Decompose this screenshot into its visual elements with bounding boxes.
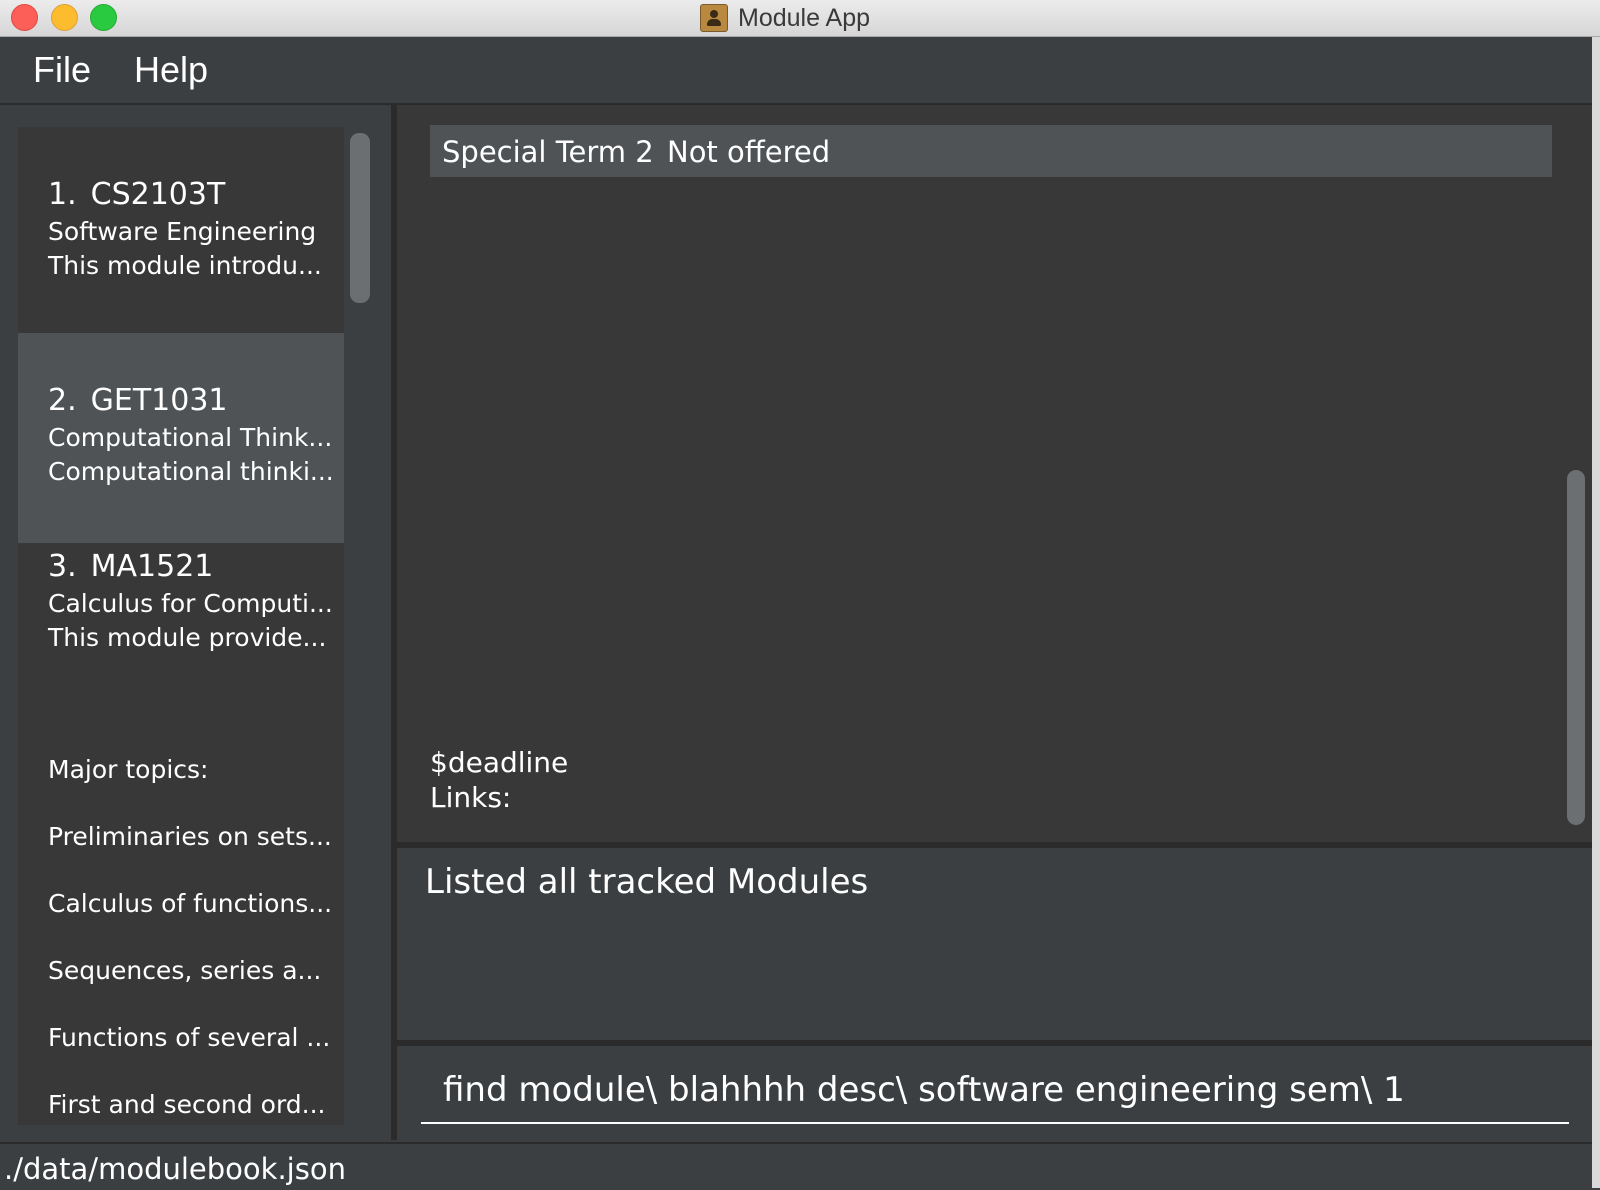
- semester-value: Not offered: [667, 135, 831, 169]
- menu-file[interactable]: File: [33, 49, 91, 91]
- module-description-line: First and second ord...: [48, 1090, 326, 1119]
- module-card-header: 1. CS2103T: [48, 177, 225, 212]
- data-file-path: ./data/modulebook.json: [4, 1152, 346, 1186]
- semester-label: Special Term 2: [442, 135, 654, 169]
- module-description-line: Sequences, series a...: [48, 956, 322, 985]
- module-card-1[interactable]: 1. CS2103T Software Engineering This modu…: [18, 127, 344, 337]
- module-description-line: Preliminaries on sets...: [48, 822, 332, 851]
- module-description-line: Calculus of functions...: [48, 889, 333, 918]
- module-card-2[interactable]: 2. GET1031 Computational Think... Computa…: [18, 333, 344, 543]
- title-bar: Module App: [0, 0, 1600, 37]
- module-description: This module introdu...: [48, 251, 322, 280]
- module-card-header: 3. MA1521: [48, 549, 213, 584]
- command-box: [397, 1046, 1592, 1140]
- result-display: Listed all tracked Modules: [397, 848, 1592, 1040]
- window-edge: [1592, 37, 1600, 1188]
- module-card-3[interactable]: 3. MA1521 Calculus for Computi... This mo…: [18, 539, 344, 1125]
- module-code: CS2103T: [90, 177, 226, 212]
- window-title-group: Module App: [700, 2, 870, 34]
- window-title: Module App: [738, 3, 871, 32]
- module-title: Calculus for Computi...: [48, 589, 333, 618]
- module-detail-panel: Special Term 2 Not offered $deadline Lin…: [397, 105, 1592, 842]
- module-list[interactable]: 1. CS2103T Software Engineering This modu…: [18, 127, 344, 1125]
- zoom-window-button[interactable]: [90, 4, 117, 31]
- module-description-line: Major topics:: [48, 755, 209, 784]
- module-code: MA1521: [90, 549, 214, 584]
- command-input[interactable]: [421, 1058, 1569, 1124]
- semester-row: Special Term 2 Not offered: [430, 125, 1552, 177]
- deadline-text: $deadline: [430, 746, 569, 779]
- module-description-line: Functions of several ...: [48, 1023, 331, 1052]
- module-list-scrollbar[interactable]: [350, 133, 370, 303]
- detail-scrollbar[interactable]: [1567, 470, 1585, 825]
- menu-help[interactable]: Help: [134, 49, 208, 91]
- module-list-panel: 1. CS2103T Software Engineering This modu…: [0, 105, 393, 1140]
- module-title: Software Engineering: [48, 217, 317, 246]
- address-book-icon: [700, 4, 728, 32]
- minimize-window-button[interactable]: [51, 4, 78, 31]
- module-card-header: 2. GET1031: [48, 383, 228, 418]
- result-message: Listed all tracked Modules: [425, 862, 869, 902]
- module-description: This module provide...: [48, 623, 327, 652]
- module-index: 2.: [48, 383, 77, 418]
- semester-row-partial: [430, 105, 1530, 117]
- close-window-button[interactable]: [11, 4, 38, 31]
- links-label: Links:: [430, 781, 512, 814]
- module-description: Computational thinki...: [48, 457, 334, 486]
- status-bar: ./data/modulebook.json: [0, 1142, 1592, 1190]
- module-code: GET1031: [90, 383, 228, 418]
- module-index: 3.: [48, 549, 77, 584]
- module-index: 1.: [48, 177, 77, 212]
- menu-bar: File Help: [0, 37, 1592, 105]
- module-title: Computational Think...: [48, 423, 333, 452]
